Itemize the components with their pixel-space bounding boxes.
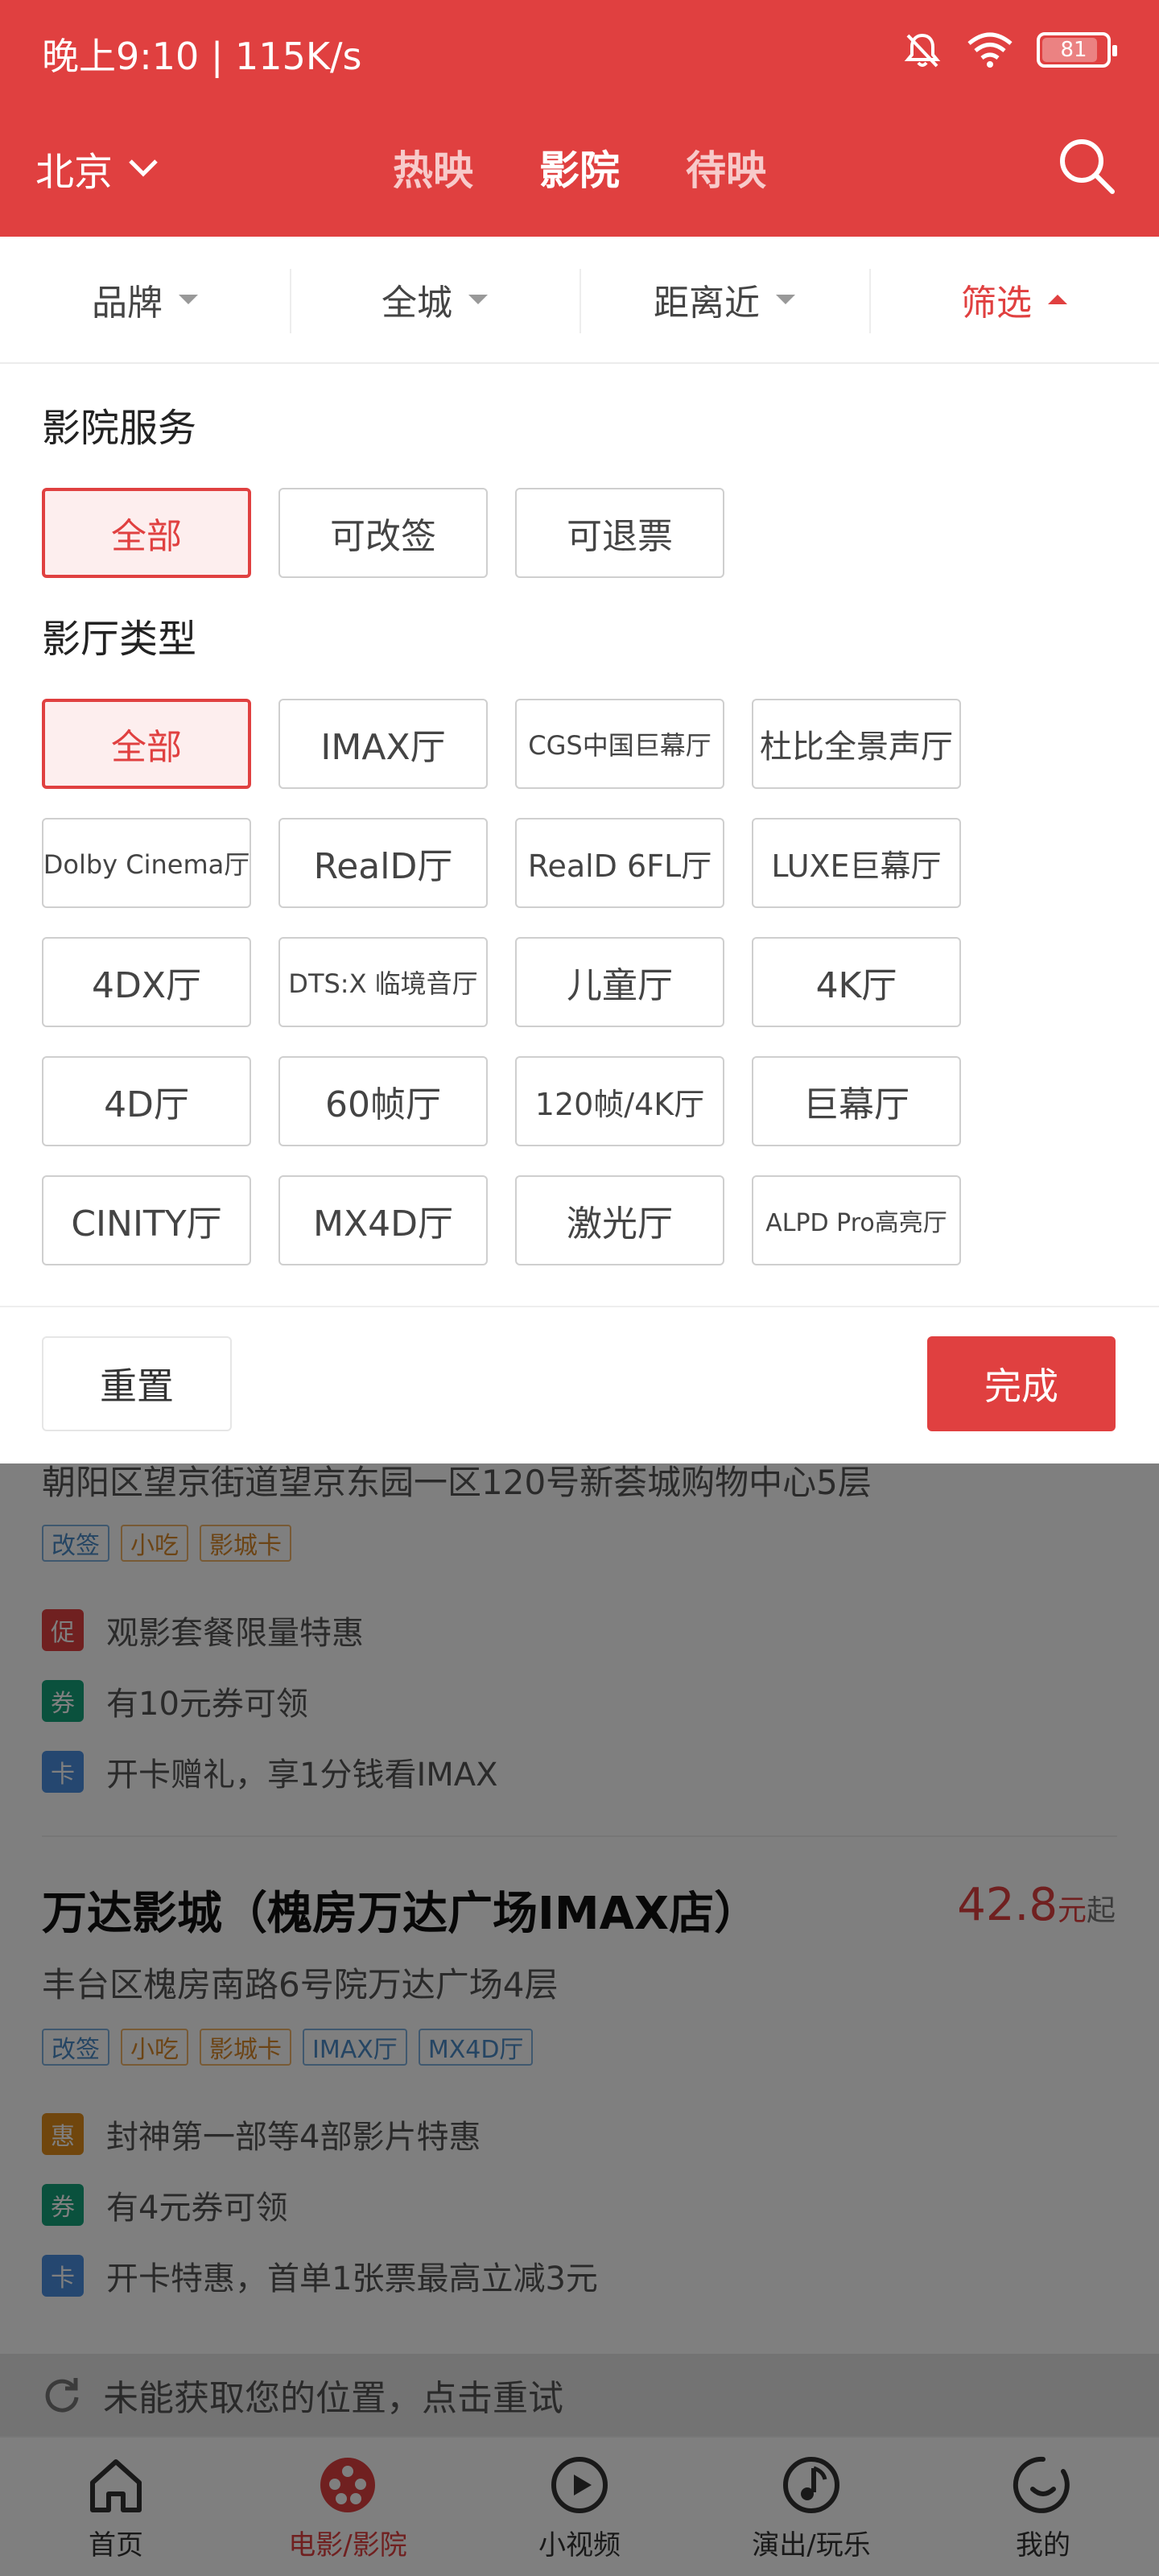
filter-more-label: 筛选 — [961, 283, 1032, 324]
hall-option[interactable]: 全部 — [42, 699, 251, 789]
tab-upcoming[interactable]: 待映 — [686, 138, 766, 196]
filter-distance-label: 距离近 — [654, 283, 760, 324]
caret-down-icon — [776, 295, 795, 304]
panel-divider — [0, 1306, 1159, 1307]
service-option[interactable]: 全部 — [42, 488, 251, 578]
status-icons: 81 — [901, 26, 1117, 74]
filter-panel: 影院服务 全部 可改签 可退票 影厅类型 全部 IMAX厅 CGS中国巨幕厅 杜… — [0, 364, 1159, 1463]
hall-option[interactable]: 激光厅 — [515, 1175, 724, 1265]
filter-more[interactable]: 筛选 — [869, 237, 1159, 362]
filter-bar: 品牌 全城 距离近 筛选 — [0, 237, 1159, 364]
battery-icon: 81 — [1037, 32, 1117, 68]
service-section-title: 影院服务 — [42, 406, 197, 451]
hall-option[interactable]: RealD 6FL厅 — [515, 818, 724, 908]
hall-section-title: 影厅类型 — [42, 617, 197, 662]
service-option[interactable]: 可改签 — [278, 488, 488, 578]
app-header: 晚上9:10 | 115K/s 81 北京 热映 影院 待映 — [0, 0, 1159, 245]
hall-options: 全部 IMAX厅 CGS中国巨幕厅 杜比全景声厅 Dolby Cinema厅 R… — [42, 699, 961, 1265]
service-options: 全部 可改签 可退票 — [42, 488, 961, 578]
reset-button[interactable]: 重置 — [42, 1336, 232, 1431]
tab-cinema[interactable]: 影院 — [539, 138, 620, 245]
done-button[interactable]: 完成 — [927, 1336, 1116, 1431]
hall-option[interactable]: IMAX厅 — [278, 699, 488, 789]
wifi-icon — [967, 32, 1013, 68]
main-tabs: 热映 影院 待映 — [0, 138, 1159, 245]
caret-down-icon — [468, 295, 488, 304]
dim-overlay[interactable] — [0, 1463, 1159, 2576]
filter-distance[interactable]: 距离近 — [580, 237, 869, 362]
filter-brand[interactable]: 品牌 — [0, 237, 290, 362]
hall-option[interactable]: RealD厅 — [278, 818, 488, 908]
search-icon[interactable] — [1056, 135, 1117, 196]
hall-option[interactable]: 4DX厅 — [42, 937, 251, 1027]
hall-option[interactable]: MX4D厅 — [278, 1175, 488, 1265]
status-time: 晚上9:10 | 115K/s — [42, 35, 362, 78]
battery-level: 81 — [1060, 38, 1087, 62]
hall-option[interactable]: 巨幕厅 — [752, 1056, 961, 1146]
hall-option[interactable]: 4D厅 — [42, 1056, 251, 1146]
hall-option[interactable]: 120帧/4K厅 — [515, 1056, 724, 1146]
hall-option[interactable]: 4K厅 — [752, 937, 961, 1027]
tab-hot[interactable]: 热映 — [393, 138, 473, 196]
caret-up-icon — [1048, 295, 1067, 304]
hall-option[interactable]: 儿童厅 — [515, 937, 724, 1027]
hall-option[interactable]: 60帧厅 — [278, 1056, 488, 1146]
status-bar: 晚上9:10 | 115K/s 81 — [0, 0, 1159, 100]
mute-bell-icon — [904, 33, 941, 68]
filter-area[interactable]: 全城 — [290, 237, 580, 362]
nav-bar: 北京 热映 影院 待映 — [0, 100, 1159, 245]
filter-brand-label: 品牌 — [92, 283, 163, 324]
hall-option[interactable]: DTS:X 临境音厅 — [278, 937, 488, 1027]
hall-option[interactable]: CINITY厅 — [42, 1175, 251, 1265]
service-option[interactable]: 可退票 — [515, 488, 724, 578]
caret-down-icon — [179, 295, 198, 304]
hall-option[interactable]: CGS中国巨幕厅 — [515, 699, 724, 789]
filter-area-label: 全城 — [382, 283, 452, 324]
hall-option[interactable]: 杜比全景声厅 — [752, 699, 961, 789]
hall-option[interactable]: Dolby Cinema厅 — [42, 818, 251, 908]
hall-option[interactable]: ALPD Pro高亮厅 — [752, 1175, 961, 1265]
hall-option[interactable]: LUXE巨幕厅 — [752, 818, 961, 908]
